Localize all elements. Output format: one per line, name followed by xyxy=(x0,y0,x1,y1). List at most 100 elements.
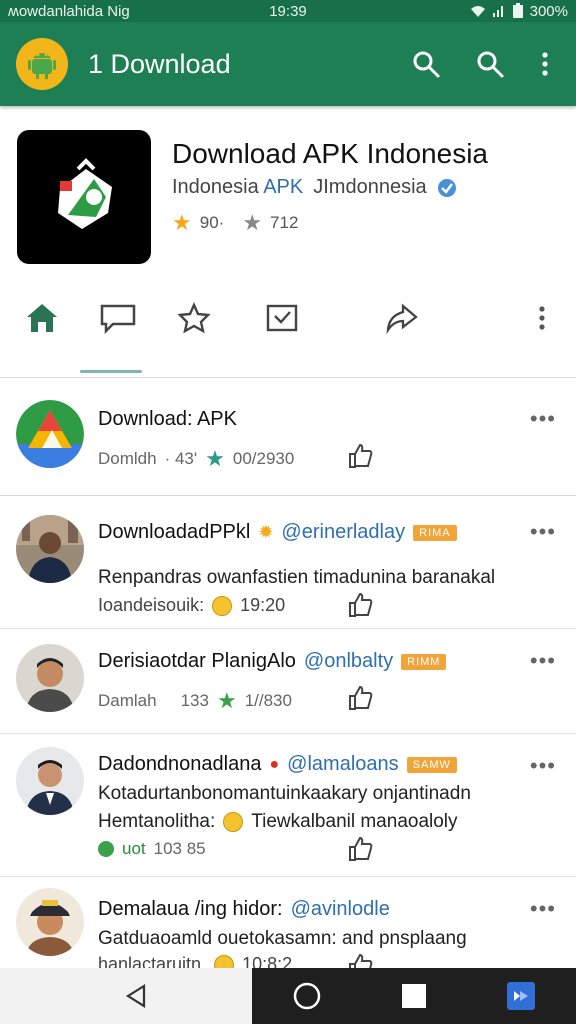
post-meta: uot 103 85 xyxy=(98,839,206,859)
post-tag: RIMM xyxy=(401,653,447,670)
laughing-emoji-icon xyxy=(212,595,233,616)
post-line2-text: hanlactaruitn. xyxy=(98,954,207,968)
app-developer[interactable]: Indonesia APK xyxy=(172,176,303,199)
post-handle[interactable]: @lamaloans xyxy=(287,753,398,776)
more-vert-icon[interactable] xyxy=(520,296,564,340)
post-line2-text: Hemtanolitha: xyxy=(98,811,216,832)
sparkle-star-icon: ★ xyxy=(205,446,225,471)
post-time: 10:8:2 xyxy=(242,954,293,968)
app-developer-line: Indonesia APK JImdonnesia xyxy=(172,176,457,199)
android-logo-icon[interactable] xyxy=(16,38,68,90)
inbox-icon[interactable] xyxy=(260,296,304,340)
battery-icon xyxy=(512,3,523,18)
more-horiz-icon[interactable]: ••• xyxy=(530,648,556,674)
sparkle-star-icon: ★ xyxy=(216,688,237,713)
status-icons: 300% xyxy=(470,3,568,20)
post-tag: RIMA xyxy=(413,524,457,541)
post-author[interactable]: Demalaua /ing hidor: xyxy=(98,898,283,921)
apk-meta-date: 00/2930 xyxy=(232,449,295,468)
post-handle[interactable]: @avinlodle xyxy=(291,898,390,921)
thumbs-up-icon[interactable] xyxy=(346,684,374,712)
avatar[interactable] xyxy=(16,888,84,956)
more-horiz-icon[interactable]: ••• xyxy=(530,896,556,922)
more-horiz-icon[interactable]: ••• xyxy=(530,753,556,779)
status-carrier: ʍowdanlahida Nig xyxy=(8,2,130,20)
message-icon[interactable] xyxy=(96,296,140,340)
assistant-app-icon[interactable] xyxy=(506,981,536,1011)
signal-icon xyxy=(492,6,503,17)
post-meta: Damlah 133 ★ 1//830 xyxy=(98,688,292,714)
post-body-line2: Hemtanolitha: Tiewkalbanil manaoaloly xyxy=(98,811,458,833)
app-name: Download APK Indonesia xyxy=(172,138,488,169)
post-line2-extra: Tiewkalbanil manaoaloly xyxy=(251,811,458,832)
badge-icon: ● xyxy=(269,755,280,773)
apk-meta-label: Domldh xyxy=(98,449,157,468)
post-header: Derisiaotdar PlanigAlo @onlbalty RIMM xyxy=(98,650,447,673)
more-horiz-icon[interactable]: ••• xyxy=(530,519,556,545)
post-meta-label: uot xyxy=(122,839,146,858)
tab-indicator xyxy=(80,370,142,373)
post-author[interactable]: Derisiaotdar PlanigAlo xyxy=(98,650,296,673)
badge-icon: ✹ xyxy=(258,522,274,542)
thumbs-up-icon[interactable] xyxy=(346,442,374,470)
share-icon[interactable] xyxy=(380,296,424,340)
app-downloads: 712 xyxy=(270,213,299,232)
post-item[interactable]: Demalaua /ing hidor: @avinlodle Gatduaoa… xyxy=(0,878,576,968)
search-icon[interactable] xyxy=(402,40,450,88)
recents-square-icon[interactable] xyxy=(401,983,427,1009)
drive-logo-icon xyxy=(16,400,84,468)
star-icon: ★ xyxy=(172,210,192,235)
app-bar-title: 1 Download xyxy=(88,48,231,79)
post-handle[interactable]: @onlbalty xyxy=(304,650,393,673)
post-body-line1: Kotadurtanbonomantuinkaakary onjantinadn xyxy=(98,783,471,804)
post-body-line1: Renpandras owanfastien timadunina barana… xyxy=(98,567,496,588)
post-tag: SAMW xyxy=(406,756,457,773)
post-header: Dadondnonadlana ● @lamaloans SAMW xyxy=(98,753,457,776)
wifi-icon xyxy=(470,6,485,17)
post-meta-label: Damlah xyxy=(98,691,157,710)
post-meta-date: 1//830 xyxy=(244,691,292,710)
home-icon[interactable] xyxy=(20,296,64,340)
app-category: JImdonnesia xyxy=(313,176,427,198)
thumbs-up-icon[interactable] xyxy=(346,835,374,863)
post-handle[interactable]: @erinerladlay xyxy=(281,521,405,544)
search-icon[interactable] xyxy=(466,40,514,88)
more-horiz-icon[interactable]: ••• xyxy=(530,406,556,432)
post-meta-count: 103 85 xyxy=(153,839,206,858)
verified-badge-icon xyxy=(437,178,456,197)
nav-back-area xyxy=(0,968,252,1024)
green-dot-icon xyxy=(98,841,114,857)
app-icon[interactable] xyxy=(17,130,151,264)
post-author[interactable]: DownloadadPPkl xyxy=(98,521,250,544)
post-body-line2: hanlactaruitn. 10:8:2 xyxy=(98,954,292,968)
post-header: Demalaua /ing hidor: @avinlodle xyxy=(98,898,390,921)
post-time: 19:20 xyxy=(240,595,286,615)
nav-buttons xyxy=(252,968,576,1024)
thumbs-up-icon[interactable] xyxy=(346,952,374,968)
home-circle-icon[interactable] xyxy=(292,981,322,1011)
apk-list-item[interactable]: Download: APK Domldh · 43' ★ 00/2930 ••• xyxy=(0,380,576,496)
app-bar: 1 Download xyxy=(0,22,576,106)
more-vert-icon[interactable] xyxy=(530,40,560,88)
app-rating: 90· xyxy=(199,213,225,232)
avatar[interactable] xyxy=(16,515,84,583)
action-tab-row xyxy=(0,278,576,378)
post-body-line1: Gatduaoamld ouetokasamn: and pnsplaang xyxy=(98,928,467,949)
post-header: DownloadadPPkl ✹ @erinerladlay RIMA xyxy=(98,521,457,544)
developer-accent: APK xyxy=(263,176,304,198)
apk-item-title: Download: APK xyxy=(98,408,237,430)
back-icon[interactable] xyxy=(122,982,150,1010)
star-icon[interactable] xyxy=(172,296,216,340)
avatar[interactable] xyxy=(16,747,84,815)
laughing-emoji-icon xyxy=(223,812,244,832)
thumbs-up-icon[interactable] xyxy=(346,591,374,619)
avatar[interactable] xyxy=(16,644,84,712)
post-item[interactable]: Derisiaotdar PlanigAlo @onlbalty RIMM Da… xyxy=(0,630,576,734)
post-item[interactable]: Dadondnonadlana ● @lamaloans SAMW Kotadu… xyxy=(0,735,576,877)
apk-item-meta: Domldh · 43' ★ 00/2930 xyxy=(98,446,294,472)
post-meta-count: 133 xyxy=(180,691,209,710)
post-item[interactable]: DownloadadPPkl ✹ @erinerladlay RIMA Renp… xyxy=(0,497,576,629)
apk-meta-count: · 43' xyxy=(164,449,198,468)
post-author[interactable]: Dadondnonadlana xyxy=(98,753,262,776)
status-bar: ʍowdanlahida Nig 19:39 300% xyxy=(0,0,576,22)
